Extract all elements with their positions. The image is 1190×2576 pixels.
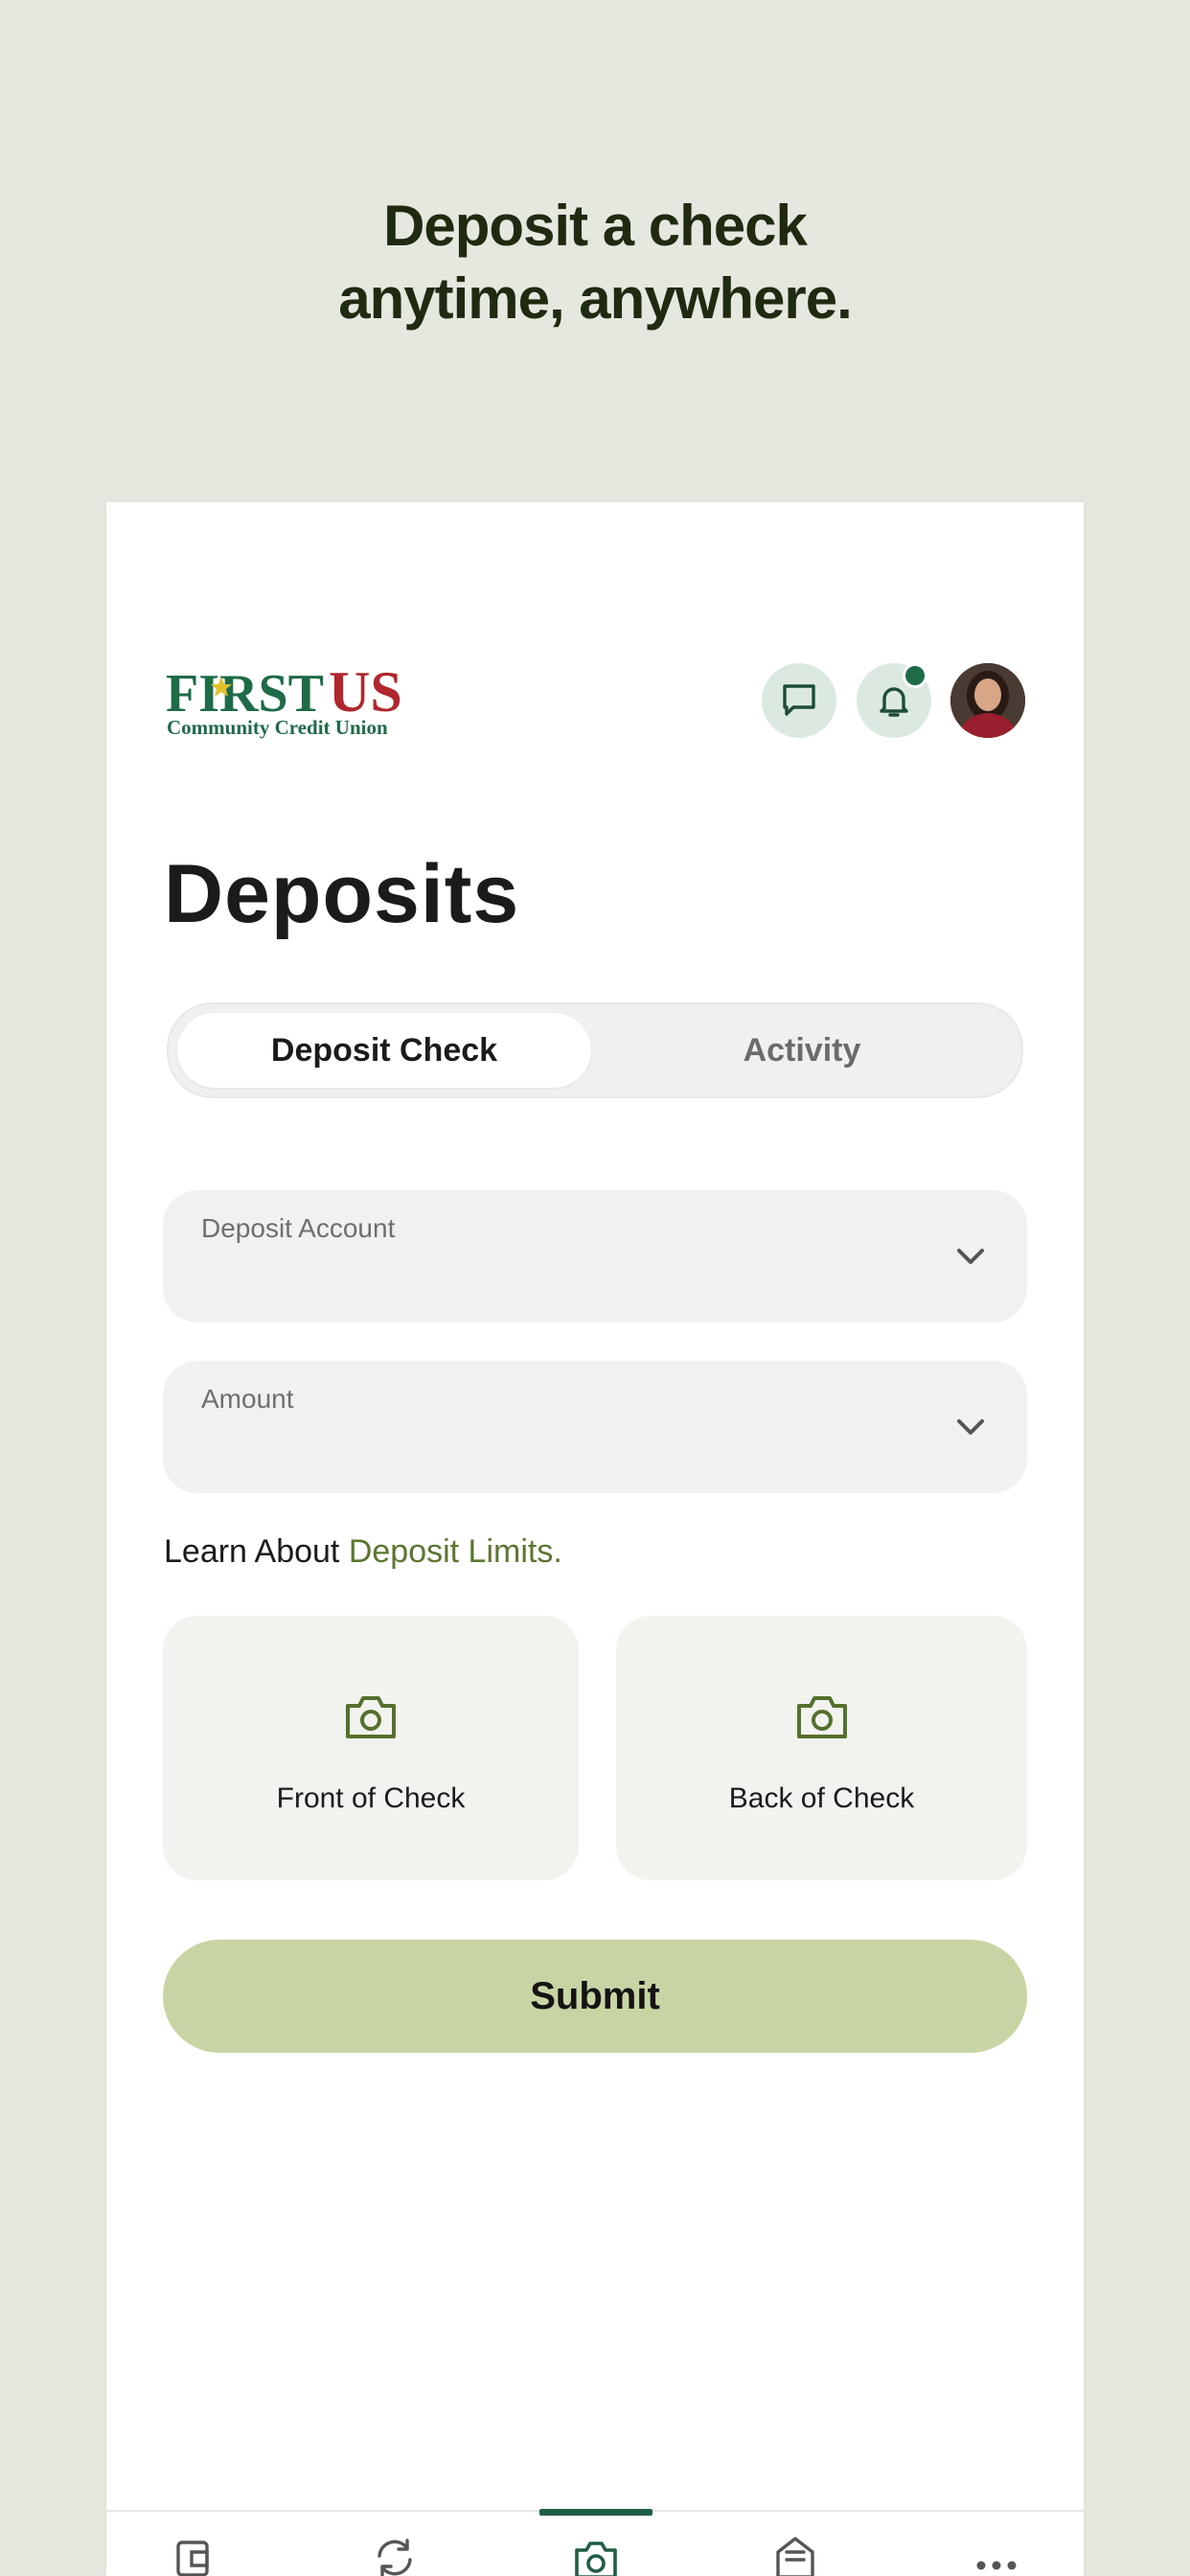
camera-icon xyxy=(346,1696,396,1738)
avatar[interactable] xyxy=(950,663,1025,738)
submit-button[interactable]: Submit xyxy=(163,1940,1027,2053)
camera-icon xyxy=(575,2542,617,2576)
tab-activity[interactable]: Activity xyxy=(595,1013,1009,1088)
bottom-nav xyxy=(106,2509,1084,2576)
first-us-logo: FIRST US Community Credit Union xyxy=(164,663,423,740)
active-tab-indicator xyxy=(539,2509,652,2516)
front-of-check-label: Front of Check xyxy=(276,1782,466,1814)
segmented-control: Deposit Check Activity xyxy=(167,1002,1023,1098)
back-of-check-button[interactable]: Back of Check xyxy=(616,1616,1027,1880)
nav-deposits[interactable] xyxy=(567,2535,625,2576)
logo-us-text: US xyxy=(329,663,402,724)
notification-dot xyxy=(903,663,927,688)
deposit-account-label: Deposit Account xyxy=(201,1213,396,1243)
logo-subtitle: Community Credit Union xyxy=(167,716,388,739)
bill-icon xyxy=(776,2537,814,2576)
amount-label: Amount xyxy=(201,1384,294,1414)
app-screen: FIRST US Community Credit Union Deposits… xyxy=(106,502,1084,2576)
notifications-button[interactable] xyxy=(857,663,931,738)
front-of-check-button[interactable]: Front of Check xyxy=(163,1616,579,1880)
learn-prefix: Learn About xyxy=(164,1533,349,1570)
tab-deposit-check[interactable]: Deposit Check xyxy=(177,1013,591,1088)
promo-headline-line2: anytime, anywhere. xyxy=(338,266,853,331)
nav-more[interactable] xyxy=(968,2535,1025,2576)
nav-transfers[interactable] xyxy=(366,2535,423,2576)
deposit-limits-link[interactable]: Deposit Limits. xyxy=(349,1533,562,1570)
deposit-limits-text: Learn About Deposit Limits. xyxy=(164,1533,562,1571)
more-icon xyxy=(976,2561,1017,2570)
nav-bill-pay[interactable] xyxy=(767,2535,824,2576)
deposit-account-select[interactable]: Deposit Account xyxy=(163,1190,1027,1322)
promo-headline: Deposit a check anytime, anywhere. xyxy=(0,190,1190,335)
promo-headline-line1: Deposit a check xyxy=(383,194,808,258)
chevron-down-icon xyxy=(957,1419,984,1435)
chevron-down-icon xyxy=(957,1249,984,1264)
camera-icon xyxy=(796,1696,847,1738)
back-of-check-label: Back of Check xyxy=(728,1782,915,1814)
chat-icon xyxy=(783,684,815,716)
amount-select[interactable]: Amount xyxy=(163,1361,1027,1493)
transfer-icon xyxy=(378,2539,412,2576)
logo-first-text: FIRST xyxy=(166,664,324,724)
wallet-icon xyxy=(176,2541,209,2576)
page-title: Deposits xyxy=(164,848,520,940)
chat-button[interactable] xyxy=(762,663,836,738)
nav-accounts[interactable] xyxy=(165,2535,222,2576)
